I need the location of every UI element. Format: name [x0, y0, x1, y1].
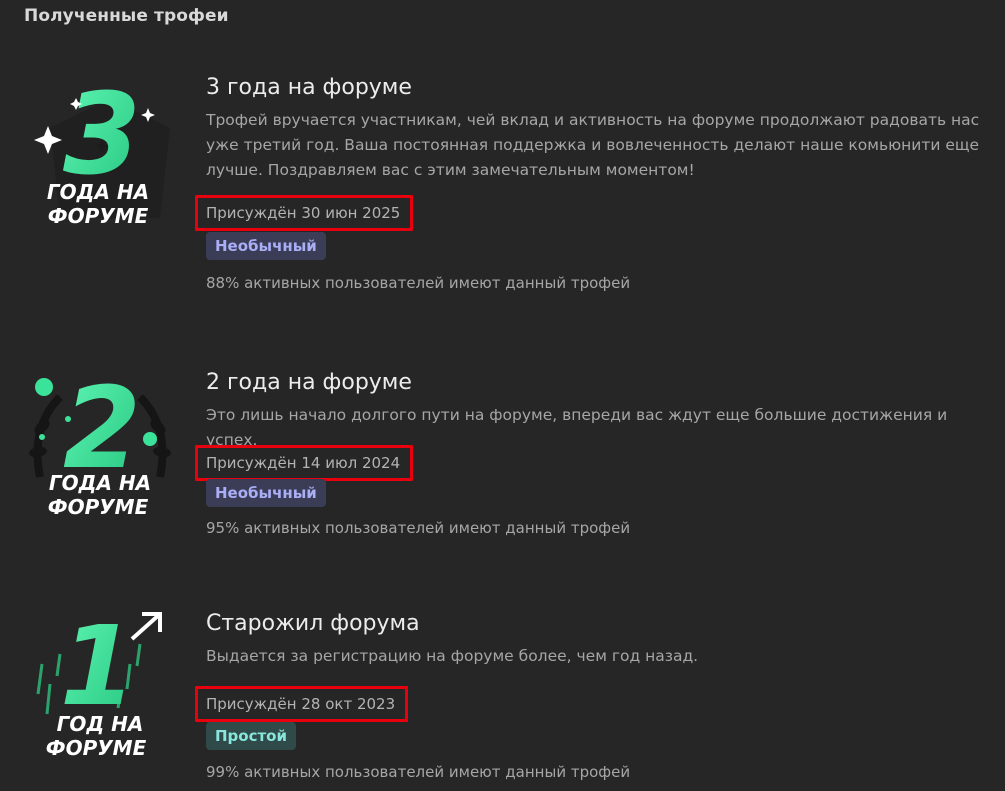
- svg-text:ГОДА НА: ГОДА НА: [49, 471, 151, 495]
- rarity-badge: Необычный: [206, 232, 326, 260]
- svg-text:ФОРУМЕ: ФОРУМЕ: [46, 736, 147, 760]
- section-title: Полученные трофеи: [24, 6, 229, 26]
- ownership-stat: 99% активных пользователей имеют данный …: [206, 763, 631, 781]
- rarity-badge: Простой: [206, 722, 296, 750]
- trophy-title: 3 года на форуме: [206, 75, 412, 100]
- trophy-item: 3 ГОДА НА ФОРУМЕ 3 года на форуме Трофей…: [0, 60, 1005, 330]
- trophy-item: 2 ГОДА НА ФОРУМЕ 2 года на форуме Это ли…: [0, 355, 1005, 575]
- awarded-date: Присуждён 30 июн 2025: [195, 195, 414, 231]
- trophy-title: Старожил форума: [206, 611, 420, 636]
- awarded-date: Присуждён 14 июл 2024: [195, 445, 414, 481]
- two-years-badge-icon: 2 ГОДА НА ФОРУМЕ: [20, 357, 180, 527]
- ownership-stat: 88% активных пользователей имеют данный …: [206, 274, 631, 292]
- one-year-badge-icon: 1 ГОД НА ФОРУМЕ: [20, 604, 180, 774]
- awarded-date: Присуждён 28 окт 2023: [195, 686, 409, 722]
- trophy-description: Трофей вручается участникам, чей вклад и…: [206, 111, 980, 179]
- svg-text:ФОРУМЕ: ФОРУМЕ: [48, 495, 149, 519]
- trophy-item: 1 ГОД НА ФОРУМЕ Старожил форума Выдается…: [0, 600, 1005, 791]
- ownership-stat: 95% активных пользователей имеют данный …: [206, 519, 631, 537]
- trophy-description: Выдается за регистрацию на форуме более,…: [206, 647, 699, 665]
- three-years-badge-icon: 3 ГОДА НА ФОРУМЕ: [20, 68, 180, 238]
- svg-text:ФОРУМЕ: ФОРУМЕ: [48, 204, 149, 228]
- svg-text:ГОД НА: ГОД НА: [57, 712, 144, 736]
- trophy-title: 2 года на форуме: [206, 370, 412, 395]
- svg-text:ГОДА НА: ГОДА НА: [47, 180, 149, 204]
- rarity-badge: Необычный: [206, 479, 326, 507]
